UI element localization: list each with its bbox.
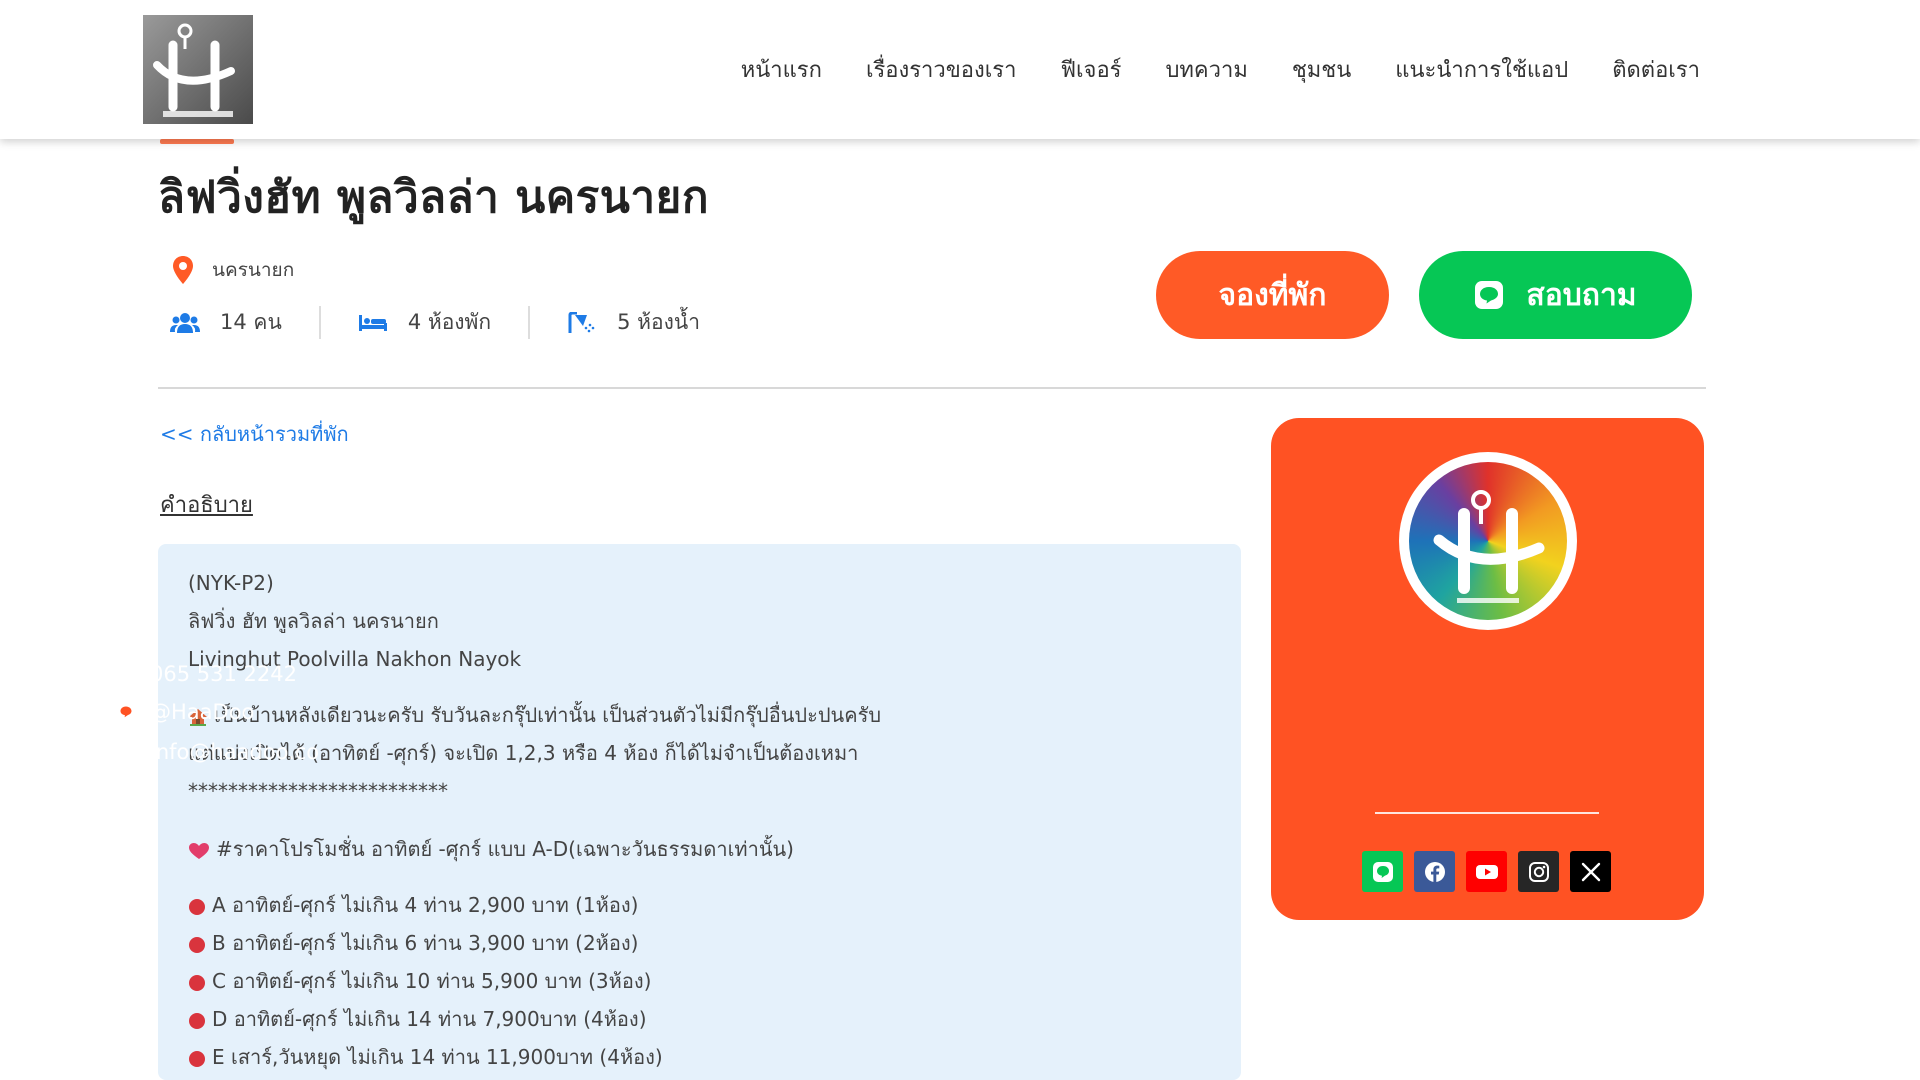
haadoo-round-logo xyxy=(1399,452,1577,630)
line-icon xyxy=(117,703,135,721)
bed-icon xyxy=(358,312,388,334)
nav-item-community[interactable]: ชุมชน xyxy=(1292,52,1351,87)
book-button[interactable]: จองที่พัก xyxy=(1156,251,1389,339)
youtube-icon xyxy=(1475,864,1498,879)
social-line-button[interactable] xyxy=(1362,851,1403,892)
line-id-text: @HaaDoo xyxy=(150,700,255,724)
red-circle-icon xyxy=(189,936,205,953)
promo-heading: #ราคาโปรโมชั่น อาทิตย์ -ศุกร์ แบบ A-D(เฉ… xyxy=(188,830,1211,868)
description-paragraph-1: เป็นบ้านหลังเดียวนะครับ รับวันละกรุ๊ปเท่… xyxy=(188,696,1211,734)
price-item: D อาทิตย์-ศุกร์ ไม่เกิน 14 ท่าน 7,900บาท… xyxy=(188,1000,1211,1038)
price-item-text: B อาทิตย์-ศุกร์ ไม่เกิน 6 ท่าน 3,900 บาท… xyxy=(212,931,639,955)
location-text: นครนายก xyxy=(212,259,295,281)
x-icon xyxy=(1581,862,1600,881)
line-icon xyxy=(1372,861,1393,882)
ask-button[interactable]: สอบถาม xyxy=(1419,251,1692,339)
line-icon xyxy=(1475,281,1504,309)
red-circle-icon xyxy=(189,1012,205,1029)
price-item-text: E เสาร์,วันหยุด ไม่เกิน 14 ท่าน 11,900บา… xyxy=(212,1045,663,1069)
promo-text: #ราคาโปรโมชั่น อาทิตย์ -ศุกร์ แบบ A-D(เฉ… xyxy=(216,837,794,861)
red-circle-icon xyxy=(189,1050,205,1067)
main-nav: หน้าแรก เรื่องราวของเรา ฟีเจอร์ บทความ ช… xyxy=(741,52,1700,87)
contact-phone[interactable]: 065 531 2242 xyxy=(116,662,297,686)
email-text: info@haadoo.co xyxy=(150,740,320,764)
section-divider xyxy=(158,387,1706,389)
scrolled-breadcrumb-fragment xyxy=(160,139,234,144)
facebook-icon xyxy=(1424,861,1445,882)
social-instagram-button[interactable] xyxy=(1518,851,1559,892)
nav-item-our-story[interactable]: เรื่องราวของเรา xyxy=(866,52,1017,87)
contact-line[interactable]: @HaaDoo xyxy=(116,700,254,724)
shower-icon xyxy=(567,311,597,334)
card-divider xyxy=(1375,812,1599,814)
back-to-listings-link[interactable]: << กลับหน้ารวมที่พัก xyxy=(160,418,349,450)
phone-icon xyxy=(117,665,135,683)
price-item-text: C อาทิตย์-ศุกร์ ไม่เกิน 10 ท่าน 5,900 บา… xyxy=(212,969,652,993)
instagram-icon xyxy=(1528,861,1549,882)
nav-item-articles[interactable]: บทความ xyxy=(1165,52,1247,87)
nav-item-features[interactable]: ฟีเจอร์ xyxy=(1060,52,1121,87)
social-youtube-button[interactable] xyxy=(1466,851,1507,892)
description-box: (NYK-P2) ลิฟวิ่ง ฮัท พูลวิลล่า นครนายก L… xyxy=(158,544,1241,1080)
stat-bedrooms: 4 ห้องพัก xyxy=(318,306,528,339)
guests-text: 14 คน xyxy=(220,310,282,334)
red-circle-icon xyxy=(189,974,205,991)
haadoo-logo[interactable] xyxy=(143,15,253,124)
nav-item-contact[interactable]: ติดต่อเรา xyxy=(1612,52,1700,87)
listing-name-th: ลิฟวิ่ง ฮัท พูลวิลล่า นครนายก xyxy=(188,609,439,633)
social-facebook-button[interactable] xyxy=(1414,851,1455,892)
contact-card xyxy=(1271,418,1704,920)
price-item: B อาทิตย์-ศุกร์ ไม่เกิน 6 ท่าน 3,900 บาท… xyxy=(188,924,1211,962)
description-paragraph-2: แต่แบ่งเปิดได้ (อาทิตย์ -ศุกร์) จะเปิด 1… xyxy=(188,741,859,765)
nav-item-app-guide[interactable]: แนะนำการใช้แอป xyxy=(1395,52,1568,87)
haadoo-logo-mark-icon xyxy=(153,23,235,117)
listing-name-en: Livinghut Poolvilla Nakhon Nayok xyxy=(188,647,522,671)
listing-stats: 14 คน 4 ห้องพัก 5 ห้องน้ำ xyxy=(170,306,737,339)
bedrooms-text: 4 ห้องพัก xyxy=(407,310,492,334)
price-item: E เสาร์,วันหยุด ไม่เกิน 14 ท่าน 11,900บา… xyxy=(188,1038,1211,1076)
phone-text: 065 531 2242 xyxy=(150,662,297,686)
stat-guests: 14 คน xyxy=(170,306,319,339)
listing-location: นครนายก xyxy=(172,255,294,285)
paragraph-1-text: เป็นบ้านหลังเดียวนะครับ รับวันละกรุ๊ปเท่… xyxy=(214,703,882,727)
stat-bathrooms: 5 ห้องน้ำ xyxy=(528,306,737,339)
users-icon xyxy=(170,312,200,334)
social-x-button[interactable] xyxy=(1570,851,1611,892)
heart-icon xyxy=(189,842,209,859)
contact-email[interactable]: info@haadoo.co xyxy=(116,740,319,764)
listing-title: ลิฟวิ่งฮัท พูลวิลล่า นครนายก xyxy=(158,172,709,223)
red-circle-icon xyxy=(189,898,205,915)
envelope-icon xyxy=(116,744,136,760)
price-item-text: D อาทิตย์-ศุกร์ ไม่เกิน 14 ท่าน 7,900บาท… xyxy=(212,1007,647,1031)
listing-code: (NYK-P2) xyxy=(188,571,274,595)
price-item: C อาทิตย์-ศุกร์ ไม่เกิน 10 ท่าน 5,900 บา… xyxy=(188,962,1211,1000)
bathrooms-text: 5 ห้องน้ำ xyxy=(617,310,701,334)
social-links xyxy=(1362,851,1611,892)
price-item-text: A อาทิตย์-ศุกร์ ไม่เกิน 4 ท่าน 2,900 บาท… xyxy=(212,893,639,917)
site-header: หน้าแรก เรื่องราวของเรา ฟีเจอร์ บทความ ช… xyxy=(0,0,1920,139)
haadoo-logo-mark-icon xyxy=(1433,490,1545,603)
book-button-label: จองที่พัก xyxy=(1218,277,1327,313)
map-pin-icon xyxy=(173,256,193,284)
price-item: A อาทิตย์-ศุกร์ ไม่เกิน 4 ท่าน 2,900 บาท… xyxy=(188,886,1211,924)
stars-separator: ************************** xyxy=(188,779,448,803)
description-heading: คำอธิบาย xyxy=(160,493,253,518)
nav-item-home[interactable]: หน้าแรก xyxy=(741,52,822,87)
ask-button-label: สอบถาม xyxy=(1526,277,1637,313)
